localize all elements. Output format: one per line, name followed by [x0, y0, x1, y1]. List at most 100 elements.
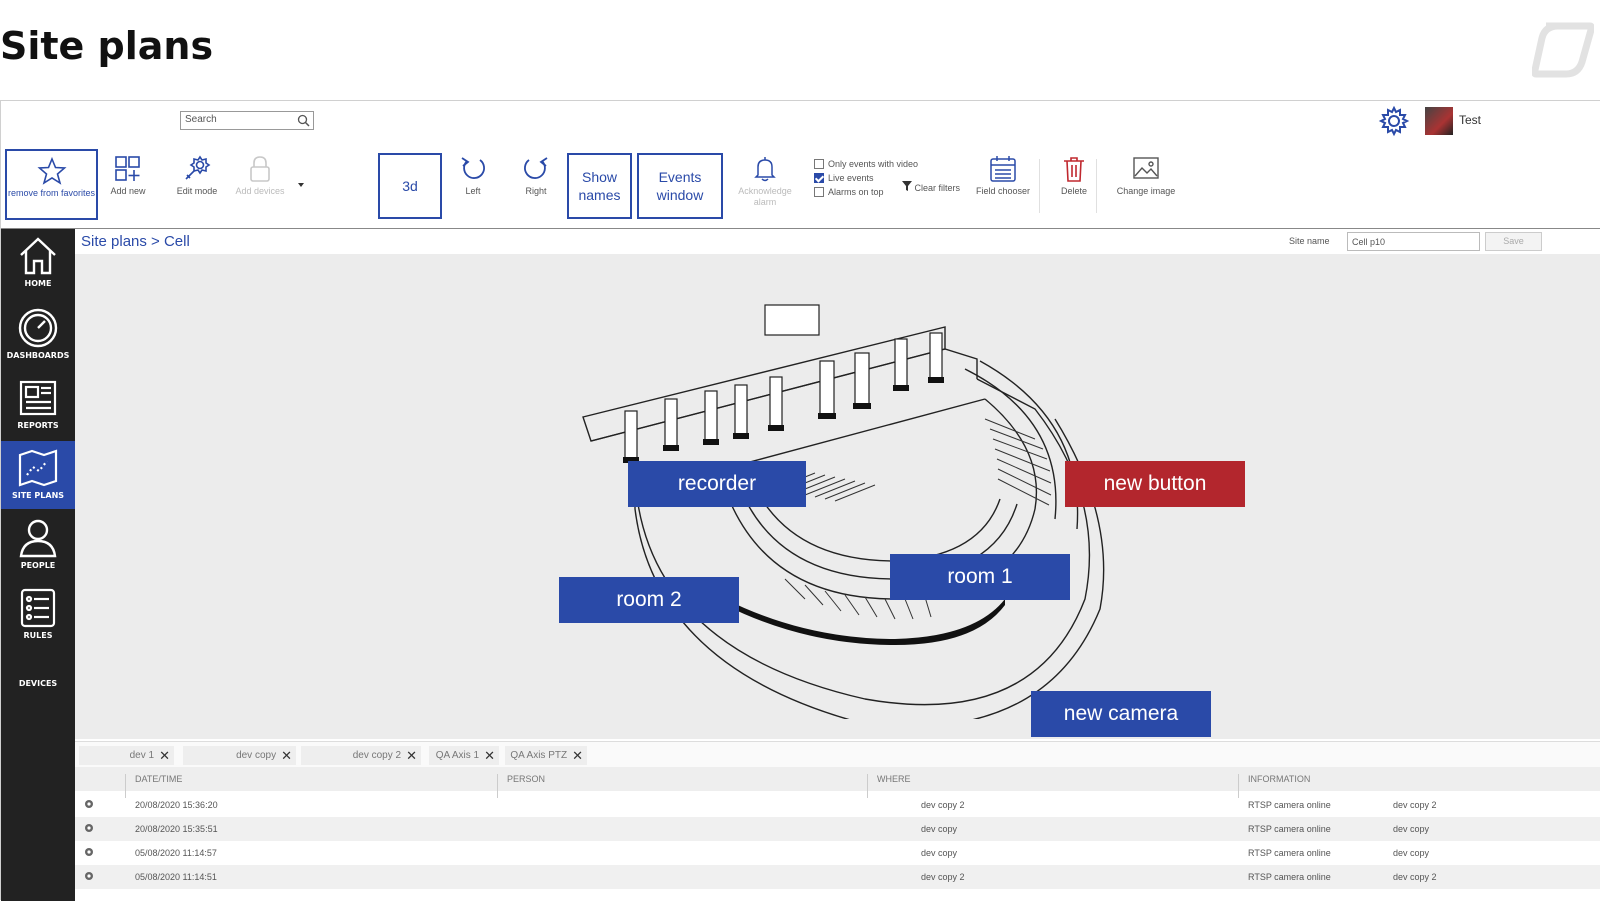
- show-names-button[interactable]: Show names: [567, 153, 632, 219]
- device-marker-new-camera[interactable]: new camera: [1031, 691, 1211, 737]
- close-icon[interactable]: ✕: [484, 748, 495, 764]
- column-header[interactable]: DATE/TIME: [135, 774, 182, 784]
- sidebar-item-rules[interactable]: RULES: [1, 581, 75, 649]
- add-new-button[interactable]: Add new: [106, 149, 150, 221]
- close-icon[interactable]: ✕: [159, 748, 170, 764]
- rotate-left-button[interactable]: Left: [456, 149, 490, 221]
- sidebar-item-devices[interactable]: DEVICES: [1, 669, 75, 699]
- sidebar-item-home[interactable]: HOME: [1, 229, 75, 297]
- gear-icon[interactable]: [83, 870, 95, 882]
- event-datetime: 05/08/2020 11:14:57: [135, 848, 217, 858]
- field-chooser-label: Field chooser: [975, 186, 1031, 196]
- add-grid-icon: [115, 156, 140, 181]
- delete-button[interactable]: Delete: [1059, 149, 1089, 221]
- event-datetime: 20/08/2020 15:36:20: [135, 800, 218, 810]
- table-row[interactable]: 20/08/2020 15:35:51 dev copy RTSP camera…: [75, 817, 1600, 841]
- view-3d-button[interactable]: 3d: [378, 153, 442, 219]
- table-row[interactable]: 05/08/2020 11:14:51 dev copy 2 RTSP came…: [75, 865, 1600, 889]
- event-device: dev copy: [1393, 848, 1430, 858]
- toolbar-divider: [1096, 159, 1097, 213]
- only-events-with-video-option[interactable]: Only events with video: [814, 157, 918, 171]
- remove-from-favorites-button[interactable]: remove from favorites: [5, 149, 98, 220]
- search-icon[interactable]: [297, 114, 310, 127]
- table-row[interactable]: 20/08/2020 15:36:20 dev copy 2 RTSP came…: [75, 793, 1600, 817]
- user-avatar[interactable]: [1425, 107, 1453, 135]
- report-icon: [19, 380, 57, 416]
- gear-icon[interactable]: [83, 798, 95, 810]
- device-marker-recorder[interactable]: recorder: [628, 461, 806, 507]
- table-row[interactable]: 05/08/2020 11:14:57 dev copy RTSP camera…: [75, 841, 1600, 865]
- sidebar-item-label: DEVICES: [18, 679, 58, 688]
- event-device: dev copy 2: [1393, 800, 1437, 810]
- device-marker-new-button[interactable]: new button: [1065, 461, 1245, 507]
- sidebar-item-dashboards[interactable]: DASHBOARDS: [1, 301, 75, 369]
- gear-icon[interactable]: [83, 822, 95, 834]
- filter-chip-label: dev copy: [236, 750, 277, 761]
- filter-chip-label: dev 1: [129, 750, 155, 761]
- star-icon: [36, 157, 67, 185]
- sidebar-item-reports[interactable]: REPORTS: [1, 371, 75, 439]
- sidebar-item-people[interactable]: PEOPLE: [1, 511, 75, 579]
- bell-icon: [754, 157, 776, 182]
- filter-chip[interactable]: dev copy ✕: [183, 746, 296, 765]
- column-header[interactable]: INFORMATION: [1248, 774, 1310, 784]
- event-information: RTSP camera online: [1248, 824, 1331, 834]
- column-header[interactable]: WHERE: [877, 774, 911, 784]
- top-bar: Search Test: [1, 101, 1600, 141]
- close-icon[interactable]: ✕: [406, 748, 417, 764]
- event-datetime: 05/08/2020 11:14:51: [135, 872, 217, 882]
- breadcrumb-bar: Site plans > Cell Site name Cell p10 Sav…: [75, 229, 1600, 254]
- change-image-label: Change image: [1116, 186, 1176, 196]
- event-where: dev copy 2: [921, 872, 965, 882]
- filter-chip[interactable]: QA Axis 1 ✕: [429, 746, 499, 765]
- edit-mode-button[interactable]: Edit mode: [171, 149, 223, 221]
- save-button[interactable]: Save: [1485, 232, 1542, 251]
- filter-chip[interactable]: dev copy 2 ✕: [301, 746, 421, 765]
- user-name[interactable]: Test: [1459, 113, 1481, 127]
- alarms-on-top-checkbox[interactable]: [814, 187, 824, 197]
- add-devices-button[interactable]: Add devices: [231, 149, 289, 221]
- device-filter-chips: dev 1 ✕ dev copy ✕ dev copy 2 ✕ QA Axis 1 ✕ …: [75, 741, 1600, 767]
- image-icon: [1133, 157, 1159, 179]
- close-icon[interactable]: ✕: [281, 748, 292, 764]
- chevron-down-icon[interactable]: [297, 182, 305, 188]
- change-image-button[interactable]: Change image: [1111, 149, 1181, 221]
- map-icon: [18, 449, 58, 487]
- rotate-left-icon: [461, 157, 485, 179]
- site-name-input[interactable]: Cell p10: [1347, 232, 1480, 251]
- column-header[interactable]: PERSON: [507, 774, 545, 784]
- only-events-label: Only events with video: [828, 159, 919, 169]
- clear-filters-label: Clear filters: [914, 183, 961, 193]
- sidebar-item-label: REPORTS: [17, 421, 59, 430]
- event-information: RTSP camera online: [1248, 872, 1331, 882]
- device-marker-room-1[interactable]: room 1: [890, 554, 1070, 600]
- acknowledge-alarm-button[interactable]: Acknowledge alarm: [733, 149, 797, 221]
- clear-filters-button[interactable]: Clear filters: [902, 181, 960, 193]
- edit-mode-label: Edit mode: [176, 186, 218, 196]
- settings-gear-icon[interactable]: [1378, 105, 1410, 137]
- close-icon[interactable]: ✕: [572, 748, 583, 764]
- filter-chip[interactable]: QA Axis PTZ ✕: [505, 746, 587, 765]
- rotate-right-label: Right: [525, 186, 547, 196]
- list-icon: [20, 588, 56, 628]
- sidebar-item-site-plans[interactable]: SITE PLANS: [1, 441, 75, 509]
- toolbar: remove from favorites Add new Edit mode: [1, 149, 1600, 229]
- search-input[interactable]: Search: [180, 111, 314, 130]
- lock-icon: [250, 156, 270, 182]
- filter-chip-label: dev copy 2: [352, 750, 402, 761]
- add-new-label: Add new: [110, 186, 146, 196]
- events-window-button[interactable]: Events window: [637, 153, 723, 219]
- field-chooser-button[interactable]: Field chooser: [973, 149, 1033, 221]
- app-window: Search Test remove from favorites Add ne…: [0, 100, 1600, 901]
- filter-icon: [902, 181, 912, 191]
- breadcrumb[interactable]: Site plans > Cell: [81, 233, 190, 250]
- gear-icon[interactable]: [83, 846, 95, 858]
- events-table-header: DATE/TIME PERSON WHERE INFORMATION: [75, 767, 1600, 798]
- sidebar-item-label: RULES: [23, 631, 53, 640]
- rotate-right-button[interactable]: Right: [519, 149, 553, 221]
- filter-chip[interactable]: dev 1 ✕: [79, 746, 174, 765]
- only-events-checkbox[interactable]: [814, 159, 824, 169]
- add-devices-label: Add devices: [235, 186, 285, 196]
- device-marker-room-2[interactable]: room 2: [559, 577, 739, 623]
- live-events-checkbox[interactable]: [814, 173, 824, 183]
